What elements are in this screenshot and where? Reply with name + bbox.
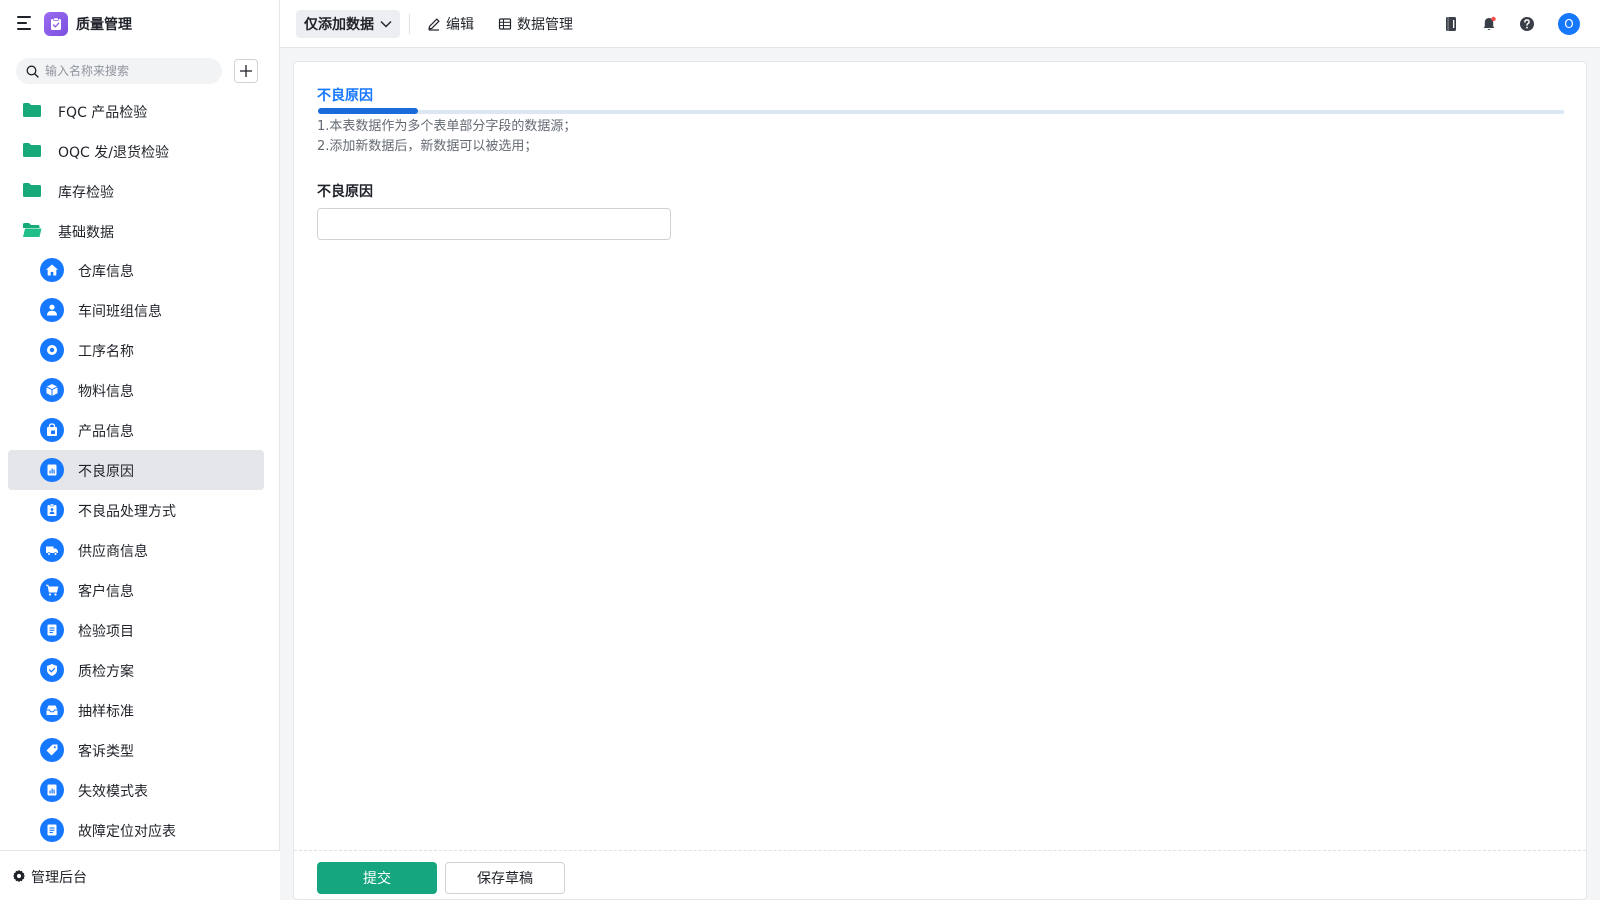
sidebar-item-customer[interactable]: 客户信息 [8,570,264,610]
user-avatar[interactable]: O [1558,13,1580,35]
help-icon[interactable] [1516,13,1538,35]
admin-console-link[interactable]: 管理后台 [0,850,280,900]
folder-open-icon [23,223,42,237]
sidebar-item-label: 仓库信息 [78,264,134,280]
clipboard-check-icon [44,12,68,36]
sidebar-item-fault-location[interactable]: 故障定位对应表 [8,810,264,850]
sidebar-folder-fqc[interactable]: FQC 产品检验 [0,90,280,130]
sidebar-folder-label: FQC 产品检验 [58,105,148,121]
search-icon [26,65,39,78]
edit-button-label: 编辑 [446,17,474,33]
chart-doc-icon [40,458,64,482]
sidebar-item-failure-mode[interactable]: 失效模式表 [8,770,264,810]
sidebar-item-warehouse[interactable]: 仓库信息 [8,250,264,290]
sidebar-item-material[interactable]: 物料信息 [8,370,264,410]
sidebar-folder-label: 基础数据 [58,225,114,241]
shield-check-icon [40,658,64,682]
sidebar-nav: FQC 产品检验 OQC 发/退货检验 库存检验 基础数据 仓库信息 车间班组信… [0,90,280,850]
clipboard-person-icon [40,498,64,522]
sidebar-item-label: 客诉类型 [78,744,134,760]
folder-icon [23,183,41,197]
truck-icon [40,538,64,562]
person-icon [40,298,64,322]
chevron-down-icon [380,21,392,28]
folder-icon [23,143,41,157]
submit-button[interactable]: 提交 [317,862,437,894]
top-bar: 仅添加数据 编辑 数据管理 O [280,0,1600,48]
sidebar-item-label: 物料信息 [78,384,134,400]
sidebar-item-label: 车间班组信息 [78,304,162,320]
notebook-icon[interactable] [1440,13,1462,35]
mode-dropdown-label: 仅添加数据 [304,17,374,33]
sidebar-item-label: 失效模式表 [78,784,148,800]
sidebar-item-defect-handling[interactable]: 不良品处理方式 [8,490,264,530]
mode-dropdown[interactable]: 仅添加数据 [296,10,400,38]
sidebar-item-label: 客户信息 [78,584,134,600]
sidebar-item-inspection-items[interactable]: 检验项目 [8,610,264,650]
defect-reason-label: 不良原因 [317,184,373,200]
search-input[interactable] [45,64,205,78]
plus-icon [240,65,252,77]
sidebar-item-label: 质检方案 [78,664,134,680]
save-draft-button[interactable]: 保存草稿 [445,862,565,894]
sidebar-folder-base-data[interactable]: 基础数据 [0,210,280,250]
box-icon [40,378,64,402]
form-card: 不良原因 1.本表数据作为多个表单部分字段的数据源； 2.添加新数据后，新数据可… [293,61,1587,900]
sidebar-folder-label: OQC 发/退货检验 [58,145,169,161]
data-manage-label: 数据管理 [517,17,573,33]
defect-reason-input[interactable] [317,208,671,240]
gear-icon [12,869,26,883]
sidebar-item-label: 故障定位对应表 [78,824,176,840]
sidebar: 质量管理 FQC 产品检验 OQC 发/退货检验 库存检验 基础数据 仓库信息 [0,0,280,900]
form-description-line: 1.本表数据作为多个表单部分字段的数据源； [317,119,577,134]
sidebar-folder-label: 库存检验 [58,185,114,201]
tag-icon [40,738,64,762]
edit-button[interactable]: 编辑 [427,14,474,34]
data-manage-button[interactable]: 数据管理 [498,14,573,34]
sidebar-item-sampling[interactable]: 抽样标准 [8,690,264,730]
menu-toggle-icon[interactable] [17,16,33,30]
gear-icon [40,338,64,362]
bell-icon[interactable] [1478,13,1500,35]
search-box[interactable] [16,58,222,84]
brand-header: 质量管理 [0,0,280,48]
table-icon [498,18,512,30]
home-icon [40,258,64,282]
sidebar-item-label: 不良原因 [78,464,134,480]
sidebar-item-product[interactable]: 产品信息 [8,410,264,450]
cart-icon [40,578,64,602]
bag-icon [40,418,64,442]
sidebar-item-label: 工序名称 [78,344,134,360]
sidebar-item-label: 产品信息 [78,424,134,440]
sidebar-item-qc-plan[interactable]: 质检方案 [8,650,264,690]
toolbar-divider [409,14,410,34]
sidebar-item-label: 不良品处理方式 [78,504,176,520]
form-title: 不良原因 [317,88,373,104]
app-title: 质量管理 [76,17,132,33]
form-progress-fill [318,108,418,114]
inbox-icon [40,698,64,722]
form-description: 1.本表数据作为多个表单部分字段的数据源； 2.添加新数据后，新数据可以被选用； [317,117,576,157]
form-footer-divider [294,850,1586,851]
document-icon [40,618,64,642]
sidebar-item-label: 供应商信息 [78,544,148,560]
sidebar-item-process[interactable]: 工序名称 [8,330,264,370]
admin-console-label: 管理后台 [31,870,87,886]
folder-icon [23,103,41,117]
sidebar-item-supplier[interactable]: 供应商信息 [8,530,264,570]
document-icon [40,818,64,842]
sidebar-item-defect-reason[interactable]: 不良原因 [8,450,264,490]
form-description-line: 2.添加新数据后，新数据可以被选用； [317,139,538,154]
add-button[interactable] [234,59,258,83]
chart-doc-icon [40,778,64,802]
sidebar-folder-oqc[interactable]: OQC 发/退货检验 [0,130,280,170]
pencil-icon [428,18,440,31]
sidebar-item-label: 抽样标准 [78,704,134,720]
sidebar-item-complaint-type[interactable]: 客诉类型 [8,730,264,770]
sidebar-item-workshop[interactable]: 车间班组信息 [8,290,264,330]
sidebar-item-label: 检验项目 [78,624,134,640]
form-progress-track [318,108,1564,114]
sidebar-folder-inventory[interactable]: 库存检验 [0,170,280,210]
